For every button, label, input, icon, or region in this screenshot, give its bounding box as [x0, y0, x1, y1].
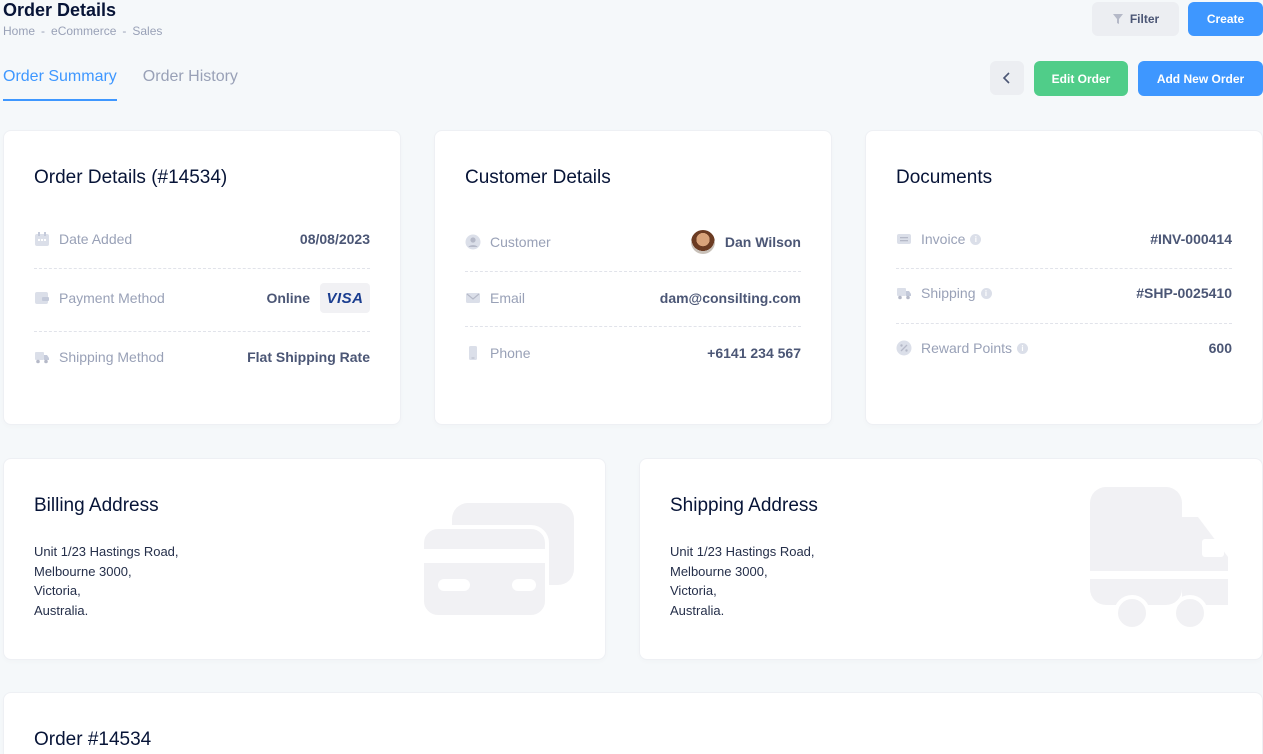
payment-method-value: Online: [266, 290, 310, 306]
address-line: Melbourne 3000,: [670, 563, 768, 579]
filter-icon: [1112, 14, 1123, 24]
phone-icon: [469, 346, 477, 360]
billing-address-card: Billing Address Unit 1/23 Hastings Road,…: [3, 458, 606, 660]
tab-order-summary[interactable]: Order Summary: [3, 68, 117, 101]
filter-button-label: Filter: [1129, 12, 1160, 26]
envelope-icon: [466, 293, 480, 303]
divider: [34, 268, 370, 269]
shipping-method-value: Flat Shipping Rate: [247, 349, 370, 365]
divider: [896, 323, 1232, 324]
reward-points-value: 600: [1208, 340, 1232, 356]
date-added-value: 08/08/2023: [299, 231, 370, 247]
billing-address-text: Unit 1/23 Hastings Road, Melbourne 3000,…: [34, 542, 179, 620]
address-line: Victoria,: [34, 583, 81, 598]
info-icon[interactable]: i: [980, 287, 992, 299]
documents-card: Documents Invoice i #INV-000414 Shipping…: [865, 130, 1263, 425]
divider: [465, 326, 801, 327]
customer-details-card: Customer Details Customer Dan Wilson Ema…: [434, 130, 832, 425]
phone-value: +6141 234 567: [707, 345, 801, 361]
invoice-value[interactable]: #INV-000414: [1150, 231, 1232, 247]
divider: [896, 268, 1232, 269]
breadcrumb-separator: -: [41, 24, 46, 38]
shipping-address-title: Shipping Address: [670, 495, 818, 516]
filter-button[interactable]: Filter: [1092, 2, 1179, 36]
order-details-title: Order Details (#14534): [34, 167, 228, 188]
page-title: Order Details: [3, 0, 117, 20]
email-value[interactable]: dam@consilting.com: [660, 290, 801, 306]
customer-name-link[interactable]: Dan Wilson: [725, 234, 801, 250]
shipping-doc-value[interactable]: #SHP-0025410: [1136, 285, 1232, 301]
address-line: Unit 1/23 Hastings Road,: [670, 544, 815, 559]
shipping-address-text: Unit 1/23 Hastings Road, Melbourne 3000,…: [670, 542, 815, 620]
info-icon[interactable]: i: [970, 233, 982, 245]
user-icon: [465, 234, 481, 250]
info-icon[interactable]: i: [1017, 342, 1029, 354]
avatar: [690, 230, 715, 254]
address-line: Melbourne 3000,: [34, 563, 132, 579]
reward-points-label: Reward Points: [921, 340, 1013, 356]
phone-row: Phone +6141 234 567: [465, 345, 801, 361]
order-items-card: Order #14534: [3, 692, 1263, 754]
add-new-order-button[interactable]: Add New Order: [1138, 61, 1263, 96]
breadcrumb-home[interactable]: Home: [3, 24, 35, 38]
divider: [34, 331, 370, 332]
customer-row: Customer Dan Wilson: [465, 230, 801, 254]
divider: [465, 271, 801, 272]
edit-order-button[interactable]: Edit Order: [1034, 61, 1128, 96]
email-label: Email: [490, 290, 526, 306]
invoice-label: Invoice: [921, 231, 966, 247]
reward-points-row: Reward Points i 600: [896, 340, 1232, 356]
address-line: Unit 1/23 Hastings Road,: [34, 544, 179, 559]
phone-label: Phone: [490, 345, 531, 361]
documents-title: Documents: [896, 167, 993, 188]
breadcrumb-ecommerce[interactable]: eCommerce: [51, 24, 116, 38]
order-items-title: Order #14534: [34, 729, 152, 750]
credit-card-icon: [422, 503, 574, 618]
discount-icon: [896, 340, 912, 356]
shipping-address-card: Shipping Address Unit 1/23 Hastings Road…: [639, 458, 1263, 660]
customer-details-title: Customer Details: [465, 167, 611, 188]
chevron-left-icon: [1002, 72, 1010, 84]
breadcrumb-sales: Sales: [132, 24, 163, 38]
address-line: Australia.: [34, 602, 89, 618]
shipping-doc-row: Shipping i #SHP-0025410: [896, 285, 1232, 301]
visa-logo: VISA: [320, 283, 370, 313]
truck-icon: [35, 352, 49, 364]
create-button[interactable]: Create: [1188, 2, 1263, 36]
shipping-doc-label: Shipping: [921, 285, 976, 301]
calendar-icon: [35, 232, 49, 246]
date-added-label: Date Added: [59, 231, 133, 247]
back-button[interactable]: [990, 61, 1024, 95]
invoice-row: Invoice i #INV-000414: [896, 231, 1232, 247]
customer-label: Customer: [490, 234, 551, 250]
shipping-method-row: Shipping Method Flat Shipping Rate: [34, 349, 370, 365]
payment-method-row: Payment Method Online VISA: [34, 283, 370, 313]
order-details-card: Order Details (#14534) Date Added 08/08/…: [3, 130, 401, 425]
billing-address-title: Billing Address: [34, 495, 159, 516]
address-line: Victoria,: [670, 583, 717, 598]
shipping-method-label: Shipping Method: [59, 349, 165, 365]
truck-icon: [897, 288, 911, 300]
tab-bar: Order Summary Order History: [3, 68, 238, 101]
tab-order-history[interactable]: Order History: [143, 68, 238, 101]
date-added-row: Date Added 08/08/2023: [34, 231, 370, 247]
truck-icon: [1090, 487, 1228, 631]
invoice-icon: [897, 234, 911, 244]
email-row: Email dam@consilting.com: [465, 290, 801, 306]
address-line: Australia.: [670, 602, 725, 618]
breadcrumb-separator: -: [122, 24, 127, 38]
payment-method-label: Payment Method: [59, 290, 165, 306]
breadcrumb: Home - eCommerce - Sales: [3, 24, 162, 38]
wallet-icon: [35, 292, 49, 304]
